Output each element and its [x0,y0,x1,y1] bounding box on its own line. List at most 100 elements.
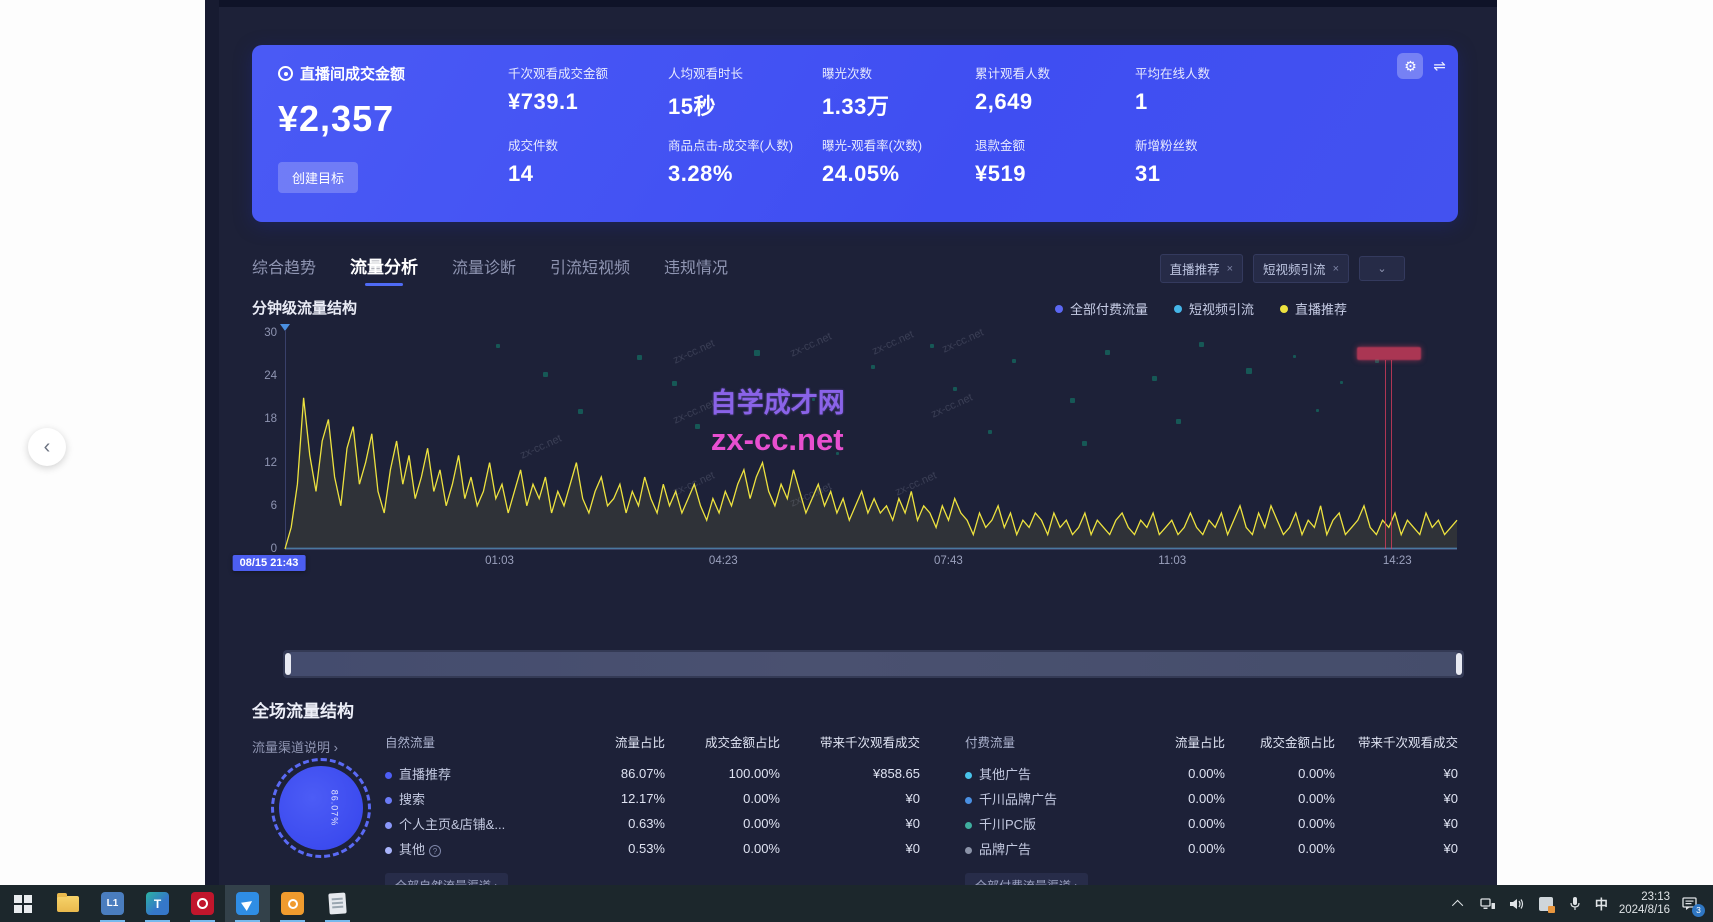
filter-chips: 直播推荐× 短视频引流× ⌄ [1160,254,1405,283]
kpi-metric-value: 15秒 [668,89,822,121]
legend-item[interactable]: 全部付费流量 [1055,299,1148,318]
row-label-cell: 搜索 [385,789,575,808]
windows-taskbar: L1T 中 23:13 2024/8/16 3 [0,885,1713,922]
row-value: 100.00% [665,766,780,781]
taskbar-app-pointer[interactable] [225,885,270,922]
table-row[interactable]: 其他?0.53%0.00%¥0 [385,836,920,861]
row-label-cell: 千川品牌广告 [965,789,1135,808]
row-value: 0.00% [665,816,780,831]
row-value: 0.00% [1225,766,1335,781]
traffic-pie-chart[interactable]: 86.07% [271,758,371,858]
create-goal-button[interactable]: 创建目标 [278,162,358,193]
kpi-metric-value: 31 [1135,161,1295,187]
table-row[interactable]: 品牌广告0.00%0.00%¥0 [965,836,1458,861]
kpi-metric-label: 新增粉丝数 [1135,135,1295,154]
tab-综合趋势[interactable]: 综合趋势 [252,254,316,286]
kpi-metric: 千次观看成交金额¥739.1 [508,63,668,135]
ime-indicator[interactable]: 中 [1595,894,1608,913]
filter-chip[interactable]: 短视频引流× [1253,254,1349,283]
chevron-left-icon: ‹ [44,436,51,459]
row-label-cell: 直播推荐 [385,764,575,783]
network-icon[interactable] [1479,895,1497,913]
chevron-down-icon: ⌄ [1377,262,1386,275]
notification-center-icon[interactable]: 3 [1681,895,1699,913]
taskbar-file-explorer[interactable] [45,885,90,922]
taskbar-notepad[interactable] [315,885,360,922]
chart-event-flag[interactable] [1357,347,1421,360]
column-header: 带来千次观看成交 [780,732,920,751]
kpi-metric-label: 退款金额 [975,135,1135,154]
tab-流量诊断[interactable]: 流量诊断 [452,254,516,286]
noise-dot [1246,368,1252,374]
noise-dot [754,350,760,356]
info-icon[interactable]: ? [429,845,441,857]
taskbar-app-teams[interactable]: T [135,885,180,922]
table-header: 自然流量流量占比成交金额占比带来千次观看成交 [385,732,920,751]
swap-icon[interactable]: ⇌ [1433,57,1446,75]
clock[interactable]: 23:13 2024/8/16 [1619,891,1670,917]
row-value: 12.17% [575,791,665,806]
taskbar-app-orange[interactable] [270,885,315,922]
table-row[interactable]: 直播推荐86.07%100.00%¥858.65 [385,761,920,786]
close-icon[interactable]: × [1333,263,1339,275]
close-icon[interactable]: × [1227,263,1233,275]
table-footer-link[interactable]: 全部付费流量渠道 › [965,873,1088,885]
range-slider-handle-right[interactable] [1456,653,1462,675]
noise-dot [695,424,700,429]
table-group-name: 自然流量 [385,732,575,751]
row-value: 0.00% [1135,791,1225,806]
table-row[interactable]: 其他广告0.00%0.00%¥0 [965,761,1458,786]
tray-expand-button[interactable] [1450,895,1468,913]
row-value: 0.00% [1135,816,1225,831]
windows-start-icon [14,895,31,912]
kpi-metric-label: 千次观看成交金额 [508,63,668,82]
volume-icon[interactable] [1508,895,1526,913]
chip-dropdown[interactable]: ⌄ [1359,256,1405,281]
x-axis-tick: 01:03 [485,555,514,567]
row-dot-icon [385,772,392,779]
tab-引流短视频[interactable]: 引流短视频 [550,254,630,286]
taskbar-start[interactable] [0,885,45,922]
tab-违规情况[interactable]: 违规情况 [664,254,728,286]
row-dot-icon [385,822,392,829]
x-axis-line [285,549,1457,550]
column-header: 流量占比 [1135,732,1225,751]
y-axis-tick: 18 [237,413,277,425]
microphone-icon[interactable] [1566,895,1584,913]
chart-range-slider[interactable] [283,650,1464,678]
row-value: ¥0 [780,791,920,806]
row-value: ¥0 [1335,841,1458,856]
noise-dot [1082,441,1087,446]
row-value: ¥0 [1335,816,1458,831]
noise-dot [1293,355,1296,358]
tray-app-icon[interactable] [1537,895,1555,913]
chart-plot-area[interactable]: zx-cc.netzx-cc.netzx-cc.netzx-cc.netzx-c… [285,333,1457,549]
pie-main-slice: 86.07% [279,766,363,850]
noise-dot [1152,376,1157,381]
tab-流量分析[interactable]: 流量分析 [350,253,418,286]
table-row[interactable]: 千川PC版0.00%0.00%¥0 [965,811,1458,836]
legend-dot-icon [1055,305,1063,313]
legend-item[interactable]: 短视频引流 [1174,299,1254,318]
row-dot-icon [965,822,972,829]
kpi-metric-value: 24.05% [822,161,975,187]
taskbar-app-l1[interactable]: L1 [90,885,135,922]
target-icon [278,66,293,81]
taskbar-app-opera[interactable] [180,885,225,922]
table-footer-link[interactable]: 全部自然流量渠道 › [385,873,508,885]
range-slider-handle-left[interactable] [285,653,291,675]
kpi-metric: 累计观看人数2,649 [975,63,1135,135]
gear-icon[interactable]: ⚙ [1397,53,1423,79]
legend-item[interactable]: 直播推荐 [1280,299,1347,318]
legend-label: 全部付费流量 [1070,299,1148,318]
table-header: 付费流量流量占比成交金额占比带来千次观看成交 [965,732,1458,751]
table-row[interactable]: 搜索12.17%0.00%¥0 [385,786,920,811]
kpi-metric-label: 成交件数 [508,135,668,154]
table-row[interactable]: 千川品牌广告0.00%0.00%¥0 [965,786,1458,811]
channel-note-link[interactable]: 流量渠道说明 › [252,737,338,756]
table-row[interactable]: 个人主页&店铺&...0.63%0.00%¥0 [385,811,920,836]
back-button[interactable]: ‹ [28,428,66,466]
gmv-value: ¥2,357 [278,98,508,140]
row-value: 0.00% [1135,766,1225,781]
filter-chip[interactable]: 直播推荐× [1160,254,1243,283]
